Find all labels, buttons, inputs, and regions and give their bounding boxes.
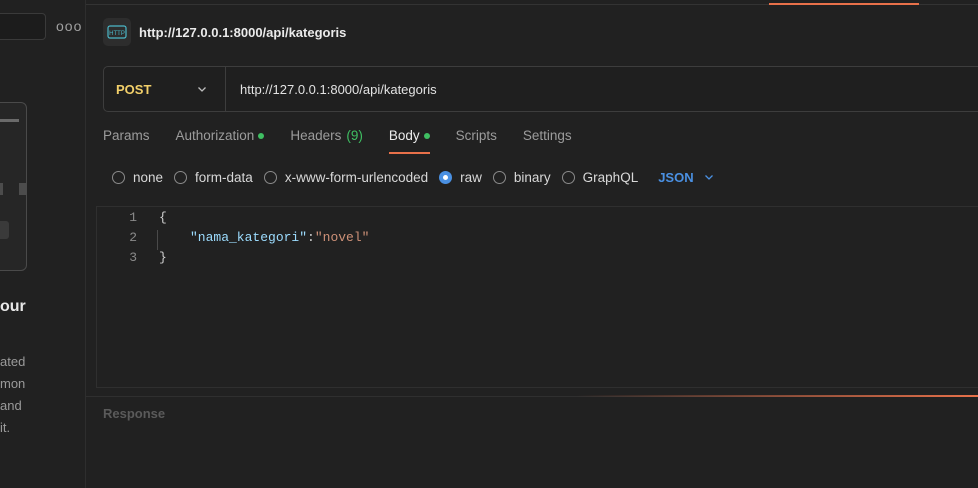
sidebar-search-input[interactable]	[0, 13, 46, 40]
promo-text-line: it.	[0, 420, 11, 435]
status-dot	[423, 133, 430, 139]
request-title[interactable]: http://127.0.0.1:8000/api/kategoris	[139, 25, 346, 40]
promo-title: our	[0, 298, 26, 315]
line-number: 1	[129, 210, 137, 225]
json-key: "nama_kategori"	[190, 230, 308, 245]
radio-binary[interactable]: binary	[492, 169, 551, 185]
indent-guide	[157, 230, 158, 250]
method-dropdown[interactable]: POST	[104, 67, 226, 111]
format-label: JSON	[658, 169, 694, 185]
tab-params[interactable]: Params	[103, 128, 150, 154]
radio-button[interactable]	[263, 170, 277, 184]
request-header: HTTP http://127.0.0.1:8000/api/kategoris	[103, 18, 346, 46]
promo-text-line: ated	[0, 354, 26, 369]
tab-scripts[interactable]: Scripts	[456, 128, 497, 154]
active-tab-indicator	[769, 3, 919, 5]
promo-illustration	[0, 102, 27, 271]
body-type-selector: none form-data x-www-form-urlencoded raw…	[112, 168, 714, 186]
code-open-brace: {	[159, 210, 167, 225]
tab-label: Body	[388, 128, 420, 143]
request-tabs: Params Authorization Headers (9) Body Scr…	[103, 128, 598, 156]
tab-authorization[interactable]: Authorization	[176, 128, 265, 154]
sidebar: ooo our ated mon and it.	[0, 0, 86, 488]
url-input[interactable]	[226, 81, 826, 97]
promo-text-line: mon	[0, 376, 26, 391]
line-number: 2	[129, 230, 137, 245]
code-line-2: "nama_kategori":"novel"	[190, 230, 369, 245]
tab-label: Authorization	[175, 128, 255, 143]
radio-label: raw	[460, 169, 482, 185]
radio-label: GraphQL	[582, 169, 639, 185]
tab-headers[interactable]: Headers (9)	[290, 128, 363, 154]
http-icon-text: HTTP	[109, 31, 125, 37]
line-number: 3	[129, 250, 137, 265]
radio-button-selected[interactable]	[439, 170, 453, 184]
body-editor[interactable]: 1 2 3 { "nama_kategori":"novel" }	[96, 206, 978, 388]
http-icon: HTTP	[103, 18, 131, 46]
radio-form-data[interactable]: form-data	[174, 170, 253, 185]
json-colon: :	[307, 230, 315, 245]
more-options-icon[interactable]: ooo	[56, 18, 82, 34]
radio-urlencoded[interactable]: x-www-form-urlencoded	[263, 169, 429, 185]
tab-label: Settings	[522, 128, 572, 143]
method-label: POST	[116, 81, 152, 97]
tab-label: Scripts	[455, 128, 497, 143]
chevron-down-icon	[704, 175, 713, 180]
chevron-down-icon	[198, 87, 206, 92]
radio-none[interactable]: none	[112, 170, 163, 185]
tab-body[interactable]: Body	[388, 128, 430, 154]
tab-label: Params	[103, 128, 150, 143]
radio-label: none	[133, 169, 164, 185]
radio-label: form-data	[195, 169, 253, 185]
radio-button[interactable]	[112, 170, 125, 184]
radio-button[interactable]	[561, 170, 575, 184]
response-label: Response	[103, 406, 166, 421]
json-value: "novel"	[314, 230, 370, 245]
radio-label: x-www-form-urlencoded	[284, 169, 429, 185]
tab-settings[interactable]: Settings	[523, 128, 572, 154]
request-panel: HTTP http://127.0.0.1:8000/api/kategoris…	[86, 0, 978, 488]
radio-raw[interactable]: raw	[439, 170, 482, 185]
url-bar: POST	[103, 66, 978, 112]
promo-text-line: and	[0, 398, 22, 413]
tab-label: Headers	[290, 128, 342, 143]
headers-count: (9)	[346, 128, 363, 143]
radio-graphql[interactable]: GraphQL	[561, 169, 639, 185]
radio-button[interactable]	[492, 170, 506, 184]
format-dropdown[interactable]: JSON	[658, 170, 713, 185]
radio-button[interactable]	[174, 170, 188, 184]
status-dot	[258, 133, 265, 139]
code-close-brace: }	[159, 250, 167, 265]
response-accent	[576, 395, 978, 397]
radio-label: binary	[513, 169, 551, 185]
